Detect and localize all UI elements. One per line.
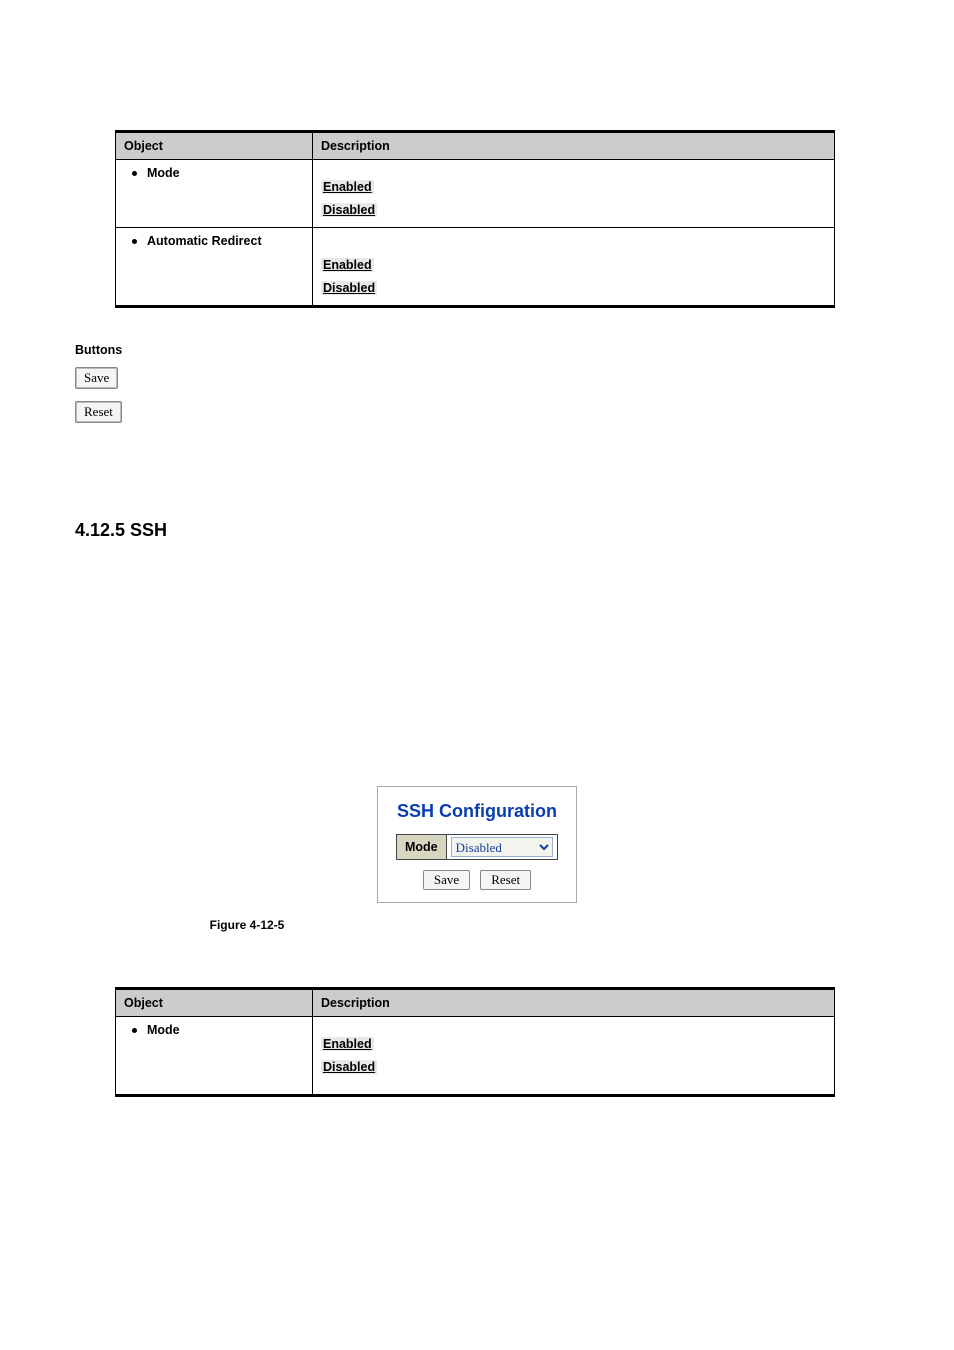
- table2-header-description: Description: [313, 989, 835, 1017]
- table-row: Mode Enabled Disabled: [116, 160, 835, 228]
- ssh-mode-label: Mode: [397, 835, 447, 859]
- object-description-table-2: Object Description Mode Enabled Disabled: [115, 987, 835, 1097]
- table1-row0-object: Mode: [124, 166, 304, 180]
- option-enabled: Enabled: [321, 1037, 374, 1051]
- bullet-icon: [132, 239, 137, 244]
- bullet-icon: [132, 1028, 137, 1033]
- ssh-save-button[interactable]: Save: [423, 870, 470, 890]
- table2-row0-object-label: Mode: [147, 1023, 180, 1037]
- table2-row0-desc: Enabled Disabled: [313, 1017, 835, 1096]
- option-disabled: Disabled: [321, 281, 377, 295]
- table1-row1-object: Automatic Redirect: [124, 234, 304, 248]
- bullet-icon: [132, 171, 137, 176]
- table1-header-object: Object: [116, 132, 313, 160]
- table2-row0-object: Mode: [124, 1023, 304, 1037]
- option-enabled: Enabled: [321, 258, 374, 272]
- ssh-mode-select[interactable]: Disabled: [451, 837, 553, 857]
- table1-row1-desc: Enabled Disabled: [313, 228, 835, 307]
- table1-row0-desc: Enabled Disabled: [313, 160, 835, 228]
- table-row: Mode Enabled Disabled: [116, 1017, 835, 1096]
- table1-row1-object-label: Automatic Redirect: [147, 234, 262, 248]
- option-disabled: Disabled: [321, 203, 377, 217]
- reset-button[interactable]: Reset: [75, 401, 122, 423]
- object-description-table-1: Object Description Mode Enabled Disabled: [115, 130, 835, 308]
- table2-header-object: Object: [116, 989, 313, 1017]
- ssh-reset-button[interactable]: Reset: [480, 870, 531, 890]
- ssh-configuration-panel: SSH Configuration Mode Disabled Save Res…: [377, 786, 577, 903]
- ssh-mode-row: Mode Disabled: [396, 834, 558, 860]
- figure-caption: Figure 4-12-5: [0, 918, 649, 932]
- buttons-heading: Buttons: [75, 343, 879, 357]
- table1-header-description: Description: [313, 132, 835, 160]
- buttons-section: Buttons Save Reset: [75, 343, 879, 435]
- ssh-panel-title: SSH Configuration: [394, 801, 560, 822]
- table1-row0-object-label: Mode: [147, 166, 180, 180]
- save-button[interactable]: Save: [75, 367, 118, 389]
- section-heading-ssh: 4.12.5 SSH: [75, 520, 879, 541]
- option-enabled: Enabled: [321, 180, 374, 194]
- table-row: Automatic Redirect Enabled Disabled: [116, 228, 835, 307]
- option-disabled: Disabled: [321, 1060, 377, 1074]
